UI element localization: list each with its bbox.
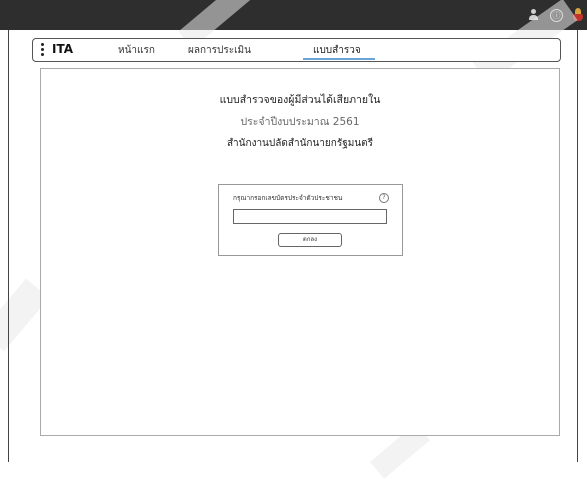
page-title: แบบสำรวจของผู้มีส่วนได้เสียภายใน: [219, 94, 381, 106]
nav-item-survey[interactable]: แบบสำรวจ: [313, 43, 361, 58]
nav-item-results[interactable]: ผลการประเมิน: [188, 43, 251, 58]
kebab-menu-icon[interactable]: [41, 43, 45, 57]
brand-logo[interactable]: ITA: [52, 42, 73, 56]
id-field-label: กรุณากรอกเลขบัตรประจำตัวประชาชน: [233, 194, 343, 202]
id-form: กรุณากรอกเลขบัตรประจำตัวประชาชน ? ตกลง: [218, 184, 403, 256]
citizen-id-input[interactable]: [233, 209, 387, 224]
fiscal-year-subtitle: ประจำปีงบประมาณ 2561: [240, 116, 360, 128]
content-card: แบบสำรวจของผู้มีส่วนได้เสียภายใน ประจำปี…: [40, 68, 560, 436]
submit-button[interactable]: ตกลง: [278, 233, 342, 247]
help-icon[interactable]: ?: [379, 193, 389, 203]
nav-bar: ITA หน้าแรก ผลการประเมิน แบบสำรวจ: [32, 38, 561, 62]
top-bar: ⓘ: [0, 0, 587, 30]
active-tab-indicator: [303, 58, 375, 60]
agency-name: สำนักงานปลัดสำนักนายกรัฐมนตรี: [226, 138, 374, 149]
nav-item-home[interactable]: หน้าแรก: [118, 43, 155, 58]
